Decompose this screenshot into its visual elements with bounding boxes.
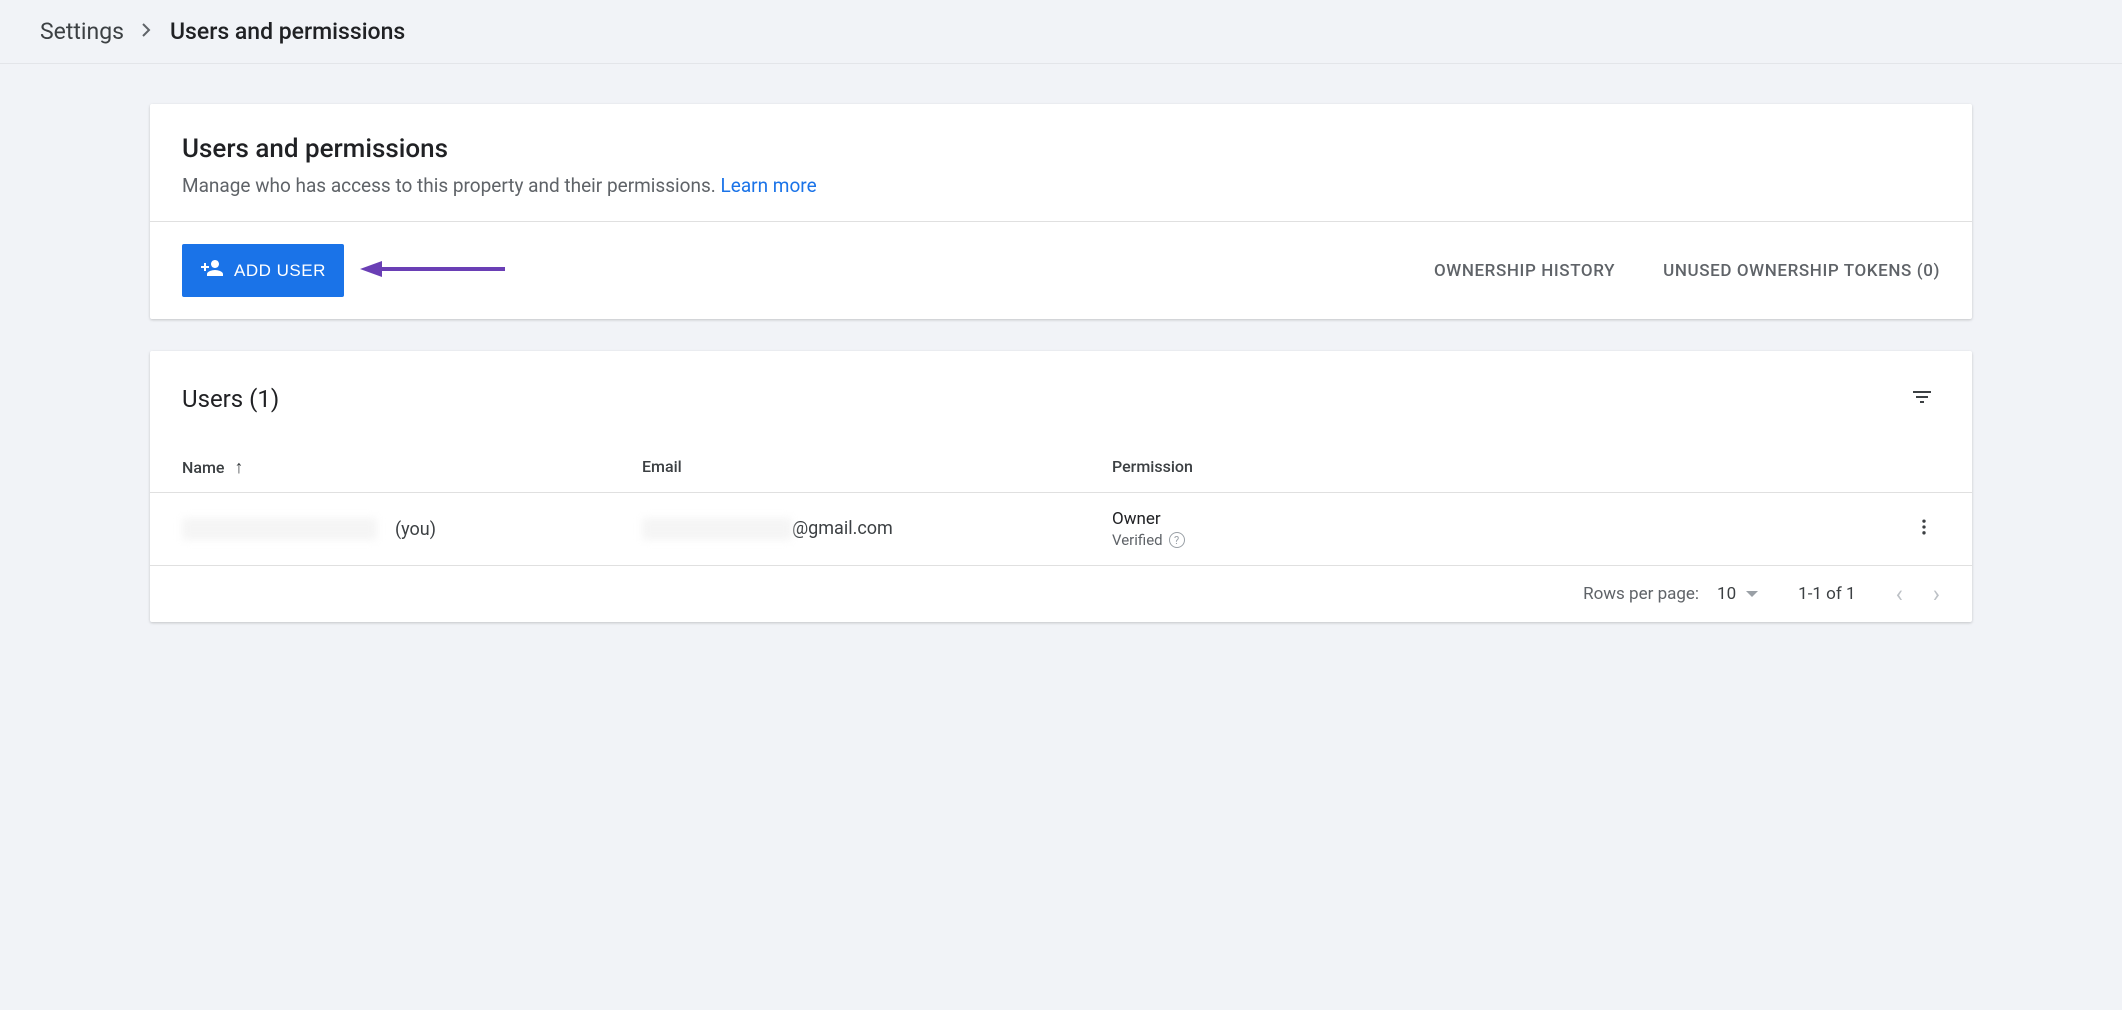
header-card: Users and permissions Manage who has acc… (150, 104, 1972, 319)
add-user-button[interactable]: ADD USER (182, 244, 344, 297)
page-range: 1-1 of 1 (1798, 584, 1855, 604)
breadcrumb-current: Users and permissions (170, 18, 405, 45)
chevron-right-icon (142, 21, 152, 42)
next-page-button[interactable]: › (1933, 580, 1940, 608)
add-user-icon (200, 256, 224, 285)
table-header-row: Name ↑ Email Permission (150, 443, 1972, 493)
column-header-name[interactable]: Name ↑ (182, 457, 642, 478)
row-more-menu-button[interactable] (1908, 511, 1940, 548)
breadcrumb-settings-link[interactable]: Settings (40, 18, 124, 45)
you-suffix: (you) (395, 519, 436, 540)
page-subtitle: Manage who has access to this property a… (182, 174, 1940, 197)
column-header-email[interactable]: Email (642, 457, 1112, 478)
ownership-history-link[interactable]: OWNERSHIP HISTORY (1434, 261, 1615, 281)
filter-button[interactable] (1904, 379, 1940, 419)
sort-ascending-icon: ↑ (234, 457, 243, 478)
user-permission-cell: Owner Verified ? (1112, 509, 1890, 549)
users-table: Name ↑ Email Permission ████████ (you) █… (150, 443, 1972, 622)
help-icon[interactable]: ? (1169, 532, 1185, 548)
users-title: Users (1) (182, 385, 279, 413)
rows-per-page-label: Rows per page: (1583, 584, 1699, 604)
unused-ownership-tokens-link[interactable]: UNUSED OWNERSHIP TOKENS (0) (1663, 261, 1940, 281)
permission-status: Verified (1112, 531, 1163, 549)
redacted-email: ████████ (642, 518, 792, 540)
arrow-annotation (360, 254, 510, 288)
previous-page-button[interactable]: ‹ (1896, 580, 1903, 608)
users-card: Users (1) Name ↑ Email Permission (150, 351, 1972, 622)
redacted-name: ████████ (182, 518, 377, 540)
email-suffix: @gmail.com (792, 518, 893, 539)
add-user-label: ADD USER (234, 261, 326, 281)
user-name-cell: ████████ (you) (182, 518, 642, 540)
page-title: Users and permissions (182, 134, 1940, 164)
breadcrumb: Settings Users and permissions (0, 0, 2122, 64)
permission-role: Owner (1112, 509, 1890, 529)
dropdown-icon (1746, 591, 1758, 597)
learn-more-link[interactable]: Learn more (721, 174, 817, 197)
pagination: Rows per page: 10 1-1 of 1 ‹ › (150, 566, 1972, 622)
column-header-permission[interactable]: Permission (1112, 457, 1890, 478)
user-email-cell: ████████@gmail.com (642, 518, 1112, 540)
rows-per-page-select[interactable]: 10 (1717, 584, 1758, 604)
table-row: ████████ (you) ████████@gmail.com Owner … (150, 493, 1972, 566)
